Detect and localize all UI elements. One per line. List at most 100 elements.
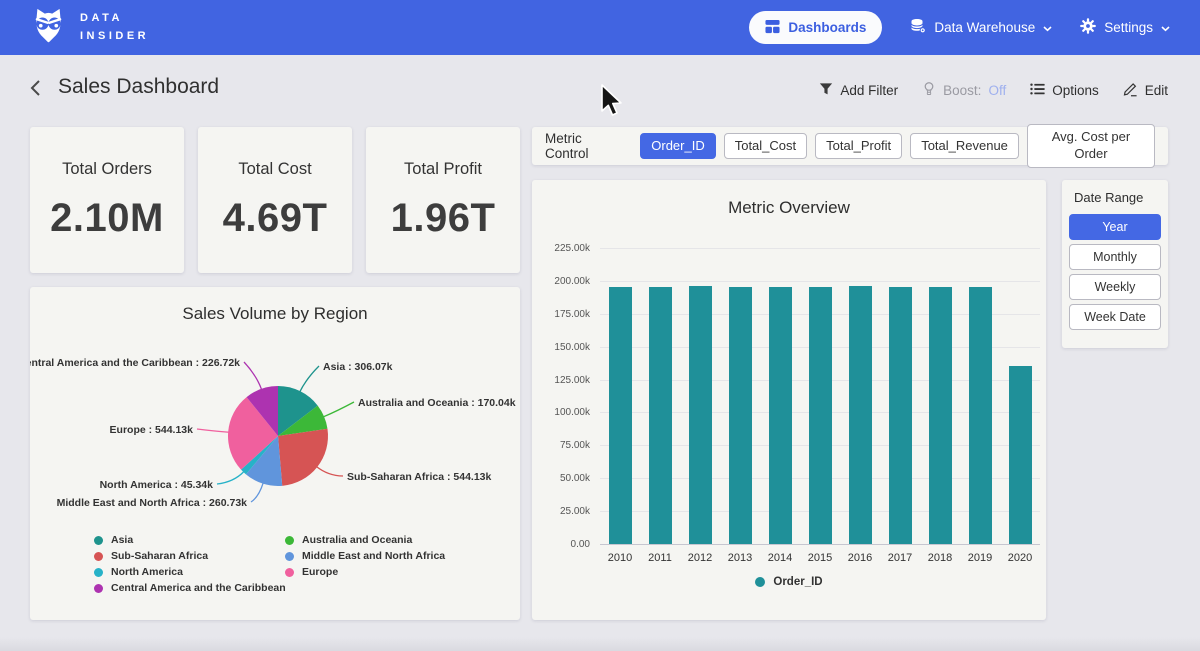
- kpi-value: 2.10M: [50, 196, 164, 241]
- metric-overview-panel: Metric Overview 0.0025.00k50.00k75.00k10…: [532, 180, 1046, 620]
- x-axis-tick-label: 2014: [760, 552, 800, 564]
- kpi-card-total-cost: Total Cost 4.69T: [198, 127, 352, 273]
- pie-legend-item-asia[interactable]: Asia: [94, 532, 286, 548]
- brand-logo: DATA INSIDER: [30, 6, 149, 50]
- owl-logo-icon: [30, 6, 67, 50]
- legend-dot: [94, 536, 103, 545]
- filter-funnel-icon: [819, 82, 833, 99]
- metric-button-avg-cost-per-order[interactable]: Avg. Cost per Order: [1027, 124, 1155, 168]
- pie-label-europe: Europe : 544.13k: [110, 424, 194, 436]
- y-axis-tick-label: 0.00: [538, 539, 590, 550]
- kpi-card-total-profit: Total Profit 1.96T: [366, 127, 520, 273]
- kpi-label: Total Orders: [62, 160, 152, 179]
- gridline: [600, 248, 1040, 249]
- brand-line2: INSIDER: [80, 28, 149, 45]
- options-button[interactable]: Options: [1030, 82, 1099, 99]
- sales-volume-panel: Sales Volume by Region Asia : 306.07kAus…: [30, 287, 520, 620]
- date-range-panel: Date Range Year Monthly Weekly Week Date: [1062, 180, 1168, 348]
- x-axis-tick-label: 2018: [920, 552, 960, 564]
- bar-2015[interactable]: [809, 287, 832, 544]
- kpi-label: Total Profit: [404, 160, 482, 179]
- bar-2014[interactable]: [769, 287, 792, 544]
- nav-data-warehouse-button[interactable]: Data Warehouse: [910, 18, 1052, 37]
- legend-label: Central America and the Caribbean: [111, 582, 286, 594]
- pie-slice-sub-saharan-africa[interactable]: [278, 429, 328, 486]
- back-button[interactable]: [28, 77, 43, 102]
- pie-label-central-america-and-the-caribbean: Central America and the Caribbean : 226.…: [30, 357, 240, 369]
- metric-button-total-profit[interactable]: Total_Profit: [815, 133, 902, 160]
- bar-2017[interactable]: [889, 287, 912, 544]
- pie-legend-item-middle-east-and-north-africa[interactable]: Middle East and North Africa: [285, 548, 445, 564]
- legend-label: Asia: [111, 534, 133, 546]
- brand-line1: DATA: [80, 10, 149, 27]
- date-button-monthly[interactable]: Monthly: [1069, 244, 1161, 270]
- x-axis-tick-label: 2020: [1000, 552, 1040, 564]
- pie-legend-item-europe[interactable]: Europe: [285, 564, 445, 580]
- y-axis-tick-label: 100.00k: [538, 407, 590, 418]
- legend-dot: [285, 568, 294, 577]
- kpi-value: 1.96T: [391, 196, 496, 241]
- pie-leader-line: [244, 362, 262, 390]
- gridline: [600, 281, 1040, 282]
- metric-control-bar: Metric Control Order_ID Total_Cost Total…: [532, 127, 1168, 165]
- pie-legend-item-australia-and-oceania[interactable]: Australia and Oceania: [285, 532, 445, 548]
- chevron-down-icon: [1161, 20, 1170, 35]
- x-axis-tick-label: 2012: [680, 552, 720, 564]
- metric-button-total-cost[interactable]: Total_Cost: [724, 133, 807, 160]
- pie-label-asia: Asia : 306.07k: [323, 361, 393, 373]
- pie-legend-item-central-america-and-the-caribbean[interactable]: Central America and the Caribbean: [94, 580, 286, 596]
- add-filter-button[interactable]: Add Filter: [819, 82, 898, 99]
- chevron-left-icon: [30, 85, 41, 100]
- legend-dot: [94, 568, 103, 577]
- pie-legend-item-sub-saharan-africa[interactable]: Sub-Saharan Africa: [94, 548, 286, 564]
- bar-2020[interactable]: [1009, 366, 1032, 544]
- nav-dashboards-label: Dashboards: [788, 20, 866, 35]
- pie-leader-line: [323, 402, 354, 417]
- boost-state: Off: [988, 83, 1006, 98]
- pie-label-middle-east-and-north-africa: Middle East and North Africa : 260.73k: [57, 497, 248, 509]
- y-axis-tick-label: 225.00k: [538, 243, 590, 254]
- boost-label: Boost:: [943, 83, 981, 98]
- bar-2018[interactable]: [929, 287, 952, 544]
- y-axis-tick-label: 25.00k: [538, 506, 590, 517]
- gridline: [600, 544, 1040, 545]
- metric-button-total-revenue[interactable]: Total_Revenue: [910, 133, 1019, 160]
- page-title: Sales Dashboard: [58, 75, 219, 99]
- bar-2013[interactable]: [729, 287, 752, 544]
- bar-2016[interactable]: [849, 286, 872, 544]
- date-button-weekly[interactable]: Weekly: [1069, 274, 1161, 300]
- nav-dashboards-button[interactable]: Dashboards: [749, 11, 882, 44]
- legend-label: Middle East and North Africa: [302, 550, 445, 562]
- legend-dot: [94, 584, 103, 593]
- y-axis-tick-label: 50.00k: [538, 473, 590, 484]
- date-button-year[interactable]: Year: [1069, 214, 1161, 240]
- boost-toggle[interactable]: Boost: Off: [922, 81, 1006, 100]
- edit-button[interactable]: Edit: [1123, 81, 1168, 100]
- y-axis-tick-label: 200.00k: [538, 276, 590, 287]
- pie-legend-item-north-america[interactable]: North America: [94, 564, 286, 580]
- date-button-week-date[interactable]: Week Date: [1069, 304, 1161, 330]
- legend-label: North America: [111, 566, 183, 578]
- legend-dot: [285, 552, 294, 561]
- legend-label: Australia and Oceania: [302, 534, 412, 546]
- pie-leader-line: [217, 471, 244, 484]
- pie-legend-column-2: Australia and Oceania Middle East and Nor…: [285, 532, 445, 580]
- x-axis-tick-label: 2013: [720, 552, 760, 564]
- pie-leader-line: [251, 483, 263, 502]
- bar-2012[interactable]: [689, 286, 712, 544]
- bar-chart-legend[interactable]: Order_ID: [532, 576, 1046, 588]
- metric-control-label: Metric Control: [545, 131, 622, 161]
- x-axis-tick-label: 2011: [640, 552, 680, 564]
- metric-button-order-id[interactable]: Order_ID: [640, 133, 715, 160]
- bar-2011[interactable]: [649, 287, 672, 544]
- nav-settings-button[interactable]: Settings: [1080, 18, 1170, 37]
- bar-2010[interactable]: [609, 287, 632, 544]
- bar-2019[interactable]: [969, 287, 992, 544]
- date-range-label: Date Range: [1074, 190, 1161, 205]
- x-axis-tick-label: 2016: [840, 552, 880, 564]
- pie-leader-line: [300, 366, 319, 392]
- pie-label-north-america: North America : 45.34k: [100, 479, 214, 491]
- kpi-label: Total Cost: [238, 160, 311, 179]
- kpi-card-total-orders: Total Orders 2.10M: [30, 127, 184, 273]
- page-header: Sales Dashboard Add Filter Boost: Off: [0, 55, 1200, 117]
